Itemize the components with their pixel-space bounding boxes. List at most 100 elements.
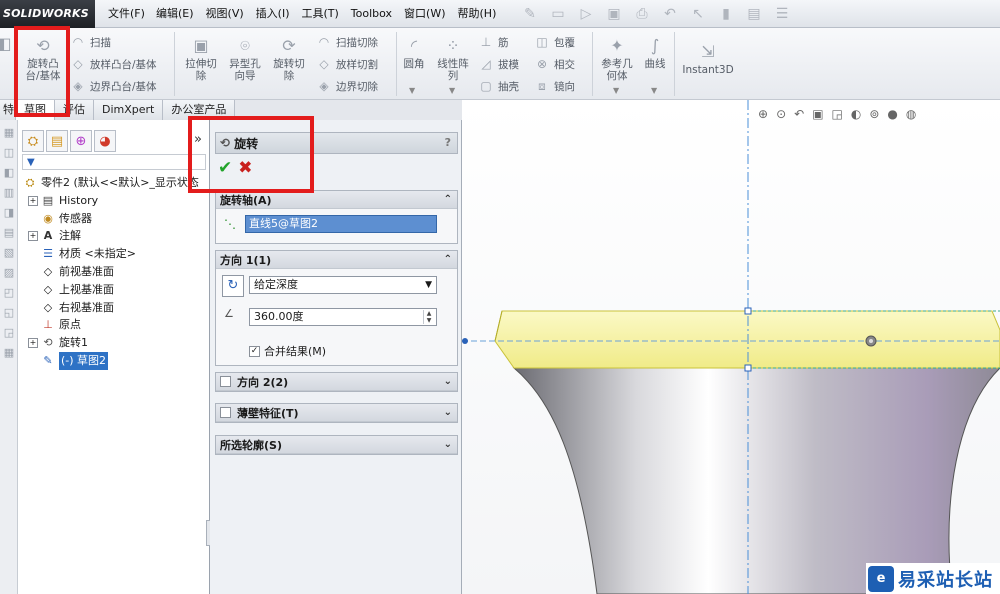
menu-window[interactable]: 窗口(W) <box>398 0 451 28</box>
menu-edit[interactable]: 编辑(E) <box>150 0 200 28</box>
instant3d-button[interactable]: ⇲ Instant3D <box>678 42 738 76</box>
sketch-tool-icon[interactable]: ▦ <box>2 126 16 140</box>
sketch-tool-icon[interactable]: ◲ <box>2 326 16 340</box>
rebuild-icon[interactable]: ▮ <box>714 4 738 24</box>
sweep-button[interactable]: ◠ 扫描 <box>70 34 111 50</box>
expand-chevron-icon[interactable]: ⌄ <box>444 407 452 418</box>
tab-dimxpert[interactable]: DimXpert <box>94 100 164 120</box>
revolve-cut-button[interactable]: ⟳ 旋转切 除 <box>268 36 310 82</box>
angle-input[interactable]: 360.00度 ▲ ▼ <box>249 308 437 326</box>
property-manager-tab-icon[interactable]: ▤ <box>46 130 68 152</box>
sketch-tool-icon[interactable]: ▧ <box>2 246 16 260</box>
hole-wizard-button[interactable]: ⌾ 异型孔 向导 <box>224 36 266 82</box>
chevron-down-icon[interactable]: ▼ <box>449 86 455 95</box>
print-icon[interactable]: ⎙ <box>630 4 654 24</box>
configuration-manager-tab-icon[interactable]: ⊕ <box>70 130 92 152</box>
mirror-button[interactable]: ⧈ 镜向 <box>534 78 575 94</box>
tree-filter[interactable]: ▼ <box>22 154 206 170</box>
tree-item-sensors[interactable]: ◉ 传感器 <box>22 210 210 228</box>
menu-help[interactable]: 帮助(H) <box>452 0 503 28</box>
graphics-viewport[interactable]: ⊕ ⊙ ↶ ▣ ◲ ◐ ⊚ ● ◍ <box>462 100 1000 594</box>
axis-section-header[interactable]: 旋转轴(A) ⌃ <box>216 191 457 209</box>
save-icon[interactable]: ▣ <box>602 4 626 24</box>
sketch-tool-icon[interactable]: ◫ <box>2 146 16 160</box>
reference-geometry-button[interactable]: ✦ 参考几 何体 <box>596 36 638 82</box>
tree-item-top-plane[interactable]: ◇ 上视基准面 <box>22 281 210 299</box>
tree-item-right-plane[interactable]: ◇ 右视基准面 <box>22 299 210 317</box>
thin-feature-section-header[interactable]: 薄壁特征(T) ⌄ <box>216 404 457 422</box>
swept-cut-button[interactable]: ◠ 扫描切除 <box>316 34 378 50</box>
new-icon[interactable]: ▭ <box>546 4 570 24</box>
filter-icon: ▼ <box>27 157 35 168</box>
tree-item-origin[interactable]: ⊥ 原点 <box>22 316 210 334</box>
wrap-button[interactable]: ◫ 包覆 <box>534 34 575 50</box>
curves-button[interactable]: ∫ 曲线 <box>640 36 670 70</box>
pin-icon[interactable]: ✎ <box>518 4 542 24</box>
tree-item-material[interactable]: ☰ 材质 <未指定> <box>22 245 210 263</box>
chevron-down-icon[interactable]: ▼ <box>409 86 415 95</box>
sketch-tool-icon[interactable]: ▨ <box>2 266 16 280</box>
extrude-cut-button[interactable]: ▣ 拉伸切 除 <box>180 36 222 82</box>
help-icon[interactable]: ☰ <box>770 4 794 24</box>
loft-boss-button[interactable]: ◇ 放样凸台/基体 <box>70 56 156 72</box>
shell-button[interactable]: ▢ 抽壳 <box>478 78 519 94</box>
rib-button[interactable]: ⊥ 筋 <box>478 34 509 50</box>
sketch-tool-icon[interactable]: ▦ <box>2 346 16 360</box>
intersect-button[interactable]: ⊗ 相交 <box>534 56 575 72</box>
angle-spinner[interactable]: ▲ ▼ <box>423 310 434 324</box>
menu-bar: SOLIDWORKS 文件(F) 编辑(E) 视图(V) 插入(I) 工具(T)… <box>0 0 1000 28</box>
tree-item-sketch2[interactable]: ✎ (-) 草图2 <box>22 351 210 370</box>
sketch-tool-icon[interactable]: ◨ <box>2 206 16 220</box>
tree-item-annotations[interactable]: + A 注解 <box>22 227 210 245</box>
linear-pattern-button[interactable]: ⁘ 线性阵 列 <box>432 36 474 82</box>
chevron-down-icon[interactable]: ▼ <box>651 86 657 95</box>
undo-icon[interactable]: ↶ <box>658 4 682 24</box>
sketch-tool-icon[interactable]: ▥ <box>2 186 16 200</box>
menu-insert[interactable]: 插入(I) <box>250 0 296 28</box>
fillet-button[interactable]: ◜ 圆角 <box>398 36 430 70</box>
menu-toolbox[interactable]: Toolbox <box>345 0 398 28</box>
collapse-chevron-icon[interactable]: ⌃ <box>444 254 452 265</box>
expand-toggle-icon[interactable]: + <box>28 338 38 349</box>
sketch-tool-icon[interactable]: ◱ <box>2 306 16 320</box>
expand-toggle-icon[interactable]: + <box>28 195 38 206</box>
sketch-tool-icon[interactable]: ▤ <box>2 226 16 240</box>
collapse-chevron-icon[interactable]: ⌃ <box>444 194 452 205</box>
axis-selection-field[interactable]: 直线5@草图2 <box>245 215 437 233</box>
merge-result-checkbox[interactable]: ✓ 合并结果(M) <box>249 343 326 359</box>
options-icon[interactable]: ▤ <box>742 4 766 24</box>
direction2-checkbox[interactable] <box>220 376 231 387</box>
expand-chevron-icon[interactable]: ⌄ <box>444 439 452 450</box>
draft-button[interactable]: ◿ 拔模 <box>478 56 519 72</box>
menu-view[interactable]: 视图(V) <box>200 0 250 28</box>
menu-tools[interactable]: 工具(T) <box>295 0 344 28</box>
select-icon[interactable]: ↖ <box>686 4 710 24</box>
tree-item-history[interactable]: + ▤ History <box>22 192 210 210</box>
open-icon[interactable]: ▷ <box>574 4 598 24</box>
axis-of-revolution-section: 旋转轴(A) ⌃ ⋱ 直线5@草图2 <box>215 190 458 244</box>
direction1-section-header[interactable]: 方向 1(1) ⌃ <box>216 251 457 269</box>
expand-toggle-icon[interactable]: + <box>28 231 38 242</box>
tree-item-front-plane[interactable]: ◇ 前视基准面 <box>22 263 210 281</box>
hole-wizard-icon: ⌾ <box>240 36 250 55</box>
sketch-tool-icon[interactable]: ◧ <box>2 166 16 180</box>
boundary-boss-button[interactable]: ◈ 边界凸台/基体 <box>70 78 156 94</box>
selected-contours-section-header[interactable]: 所选轮廓(S) ⌄ <box>216 436 457 454</box>
reverse-direction-icon[interactable]: ↻ <box>222 275 244 297</box>
thin-feature-checkbox[interactable] <box>220 407 231 418</box>
display-manager-tab-icon[interactable]: ◕ <box>94 130 116 152</box>
end-condition-select[interactable]: 给定深度 ▼ <box>249 276 437 294</box>
watermark-text: 易采站长站 <box>898 569 993 591</box>
direction2-section-header[interactable]: 方向 2(2) ⌄ <box>216 373 457 391</box>
tree-item-revolve1[interactable]: + ⟲ 旋转1 <box>22 334 210 352</box>
help-button[interactable]: ? <box>445 136 451 149</box>
menu-file[interactable]: 文件(F) <box>102 0 150 28</box>
extrude-boss-button[interactable]: ◧ <box>0 34 14 56</box>
expand-chevron-icon[interactable]: ⌄ <box>444 376 452 387</box>
feature-manager-tab-icon[interactable]: ⛭ <box>22 130 44 152</box>
tree-root-part[interactable]: ⛭ 零件2 (默认<<默认>_显示状态 <box>22 174 210 192</box>
chevron-down-icon[interactable]: ▼ <box>613 86 619 95</box>
sketch-tool-icon[interactable]: ◰ <box>2 286 16 300</box>
boundary-cut-button[interactable]: ◈ 边界切除 <box>316 78 378 94</box>
lofted-cut-button[interactable]: ◇ 放样切割 <box>316 56 378 72</box>
